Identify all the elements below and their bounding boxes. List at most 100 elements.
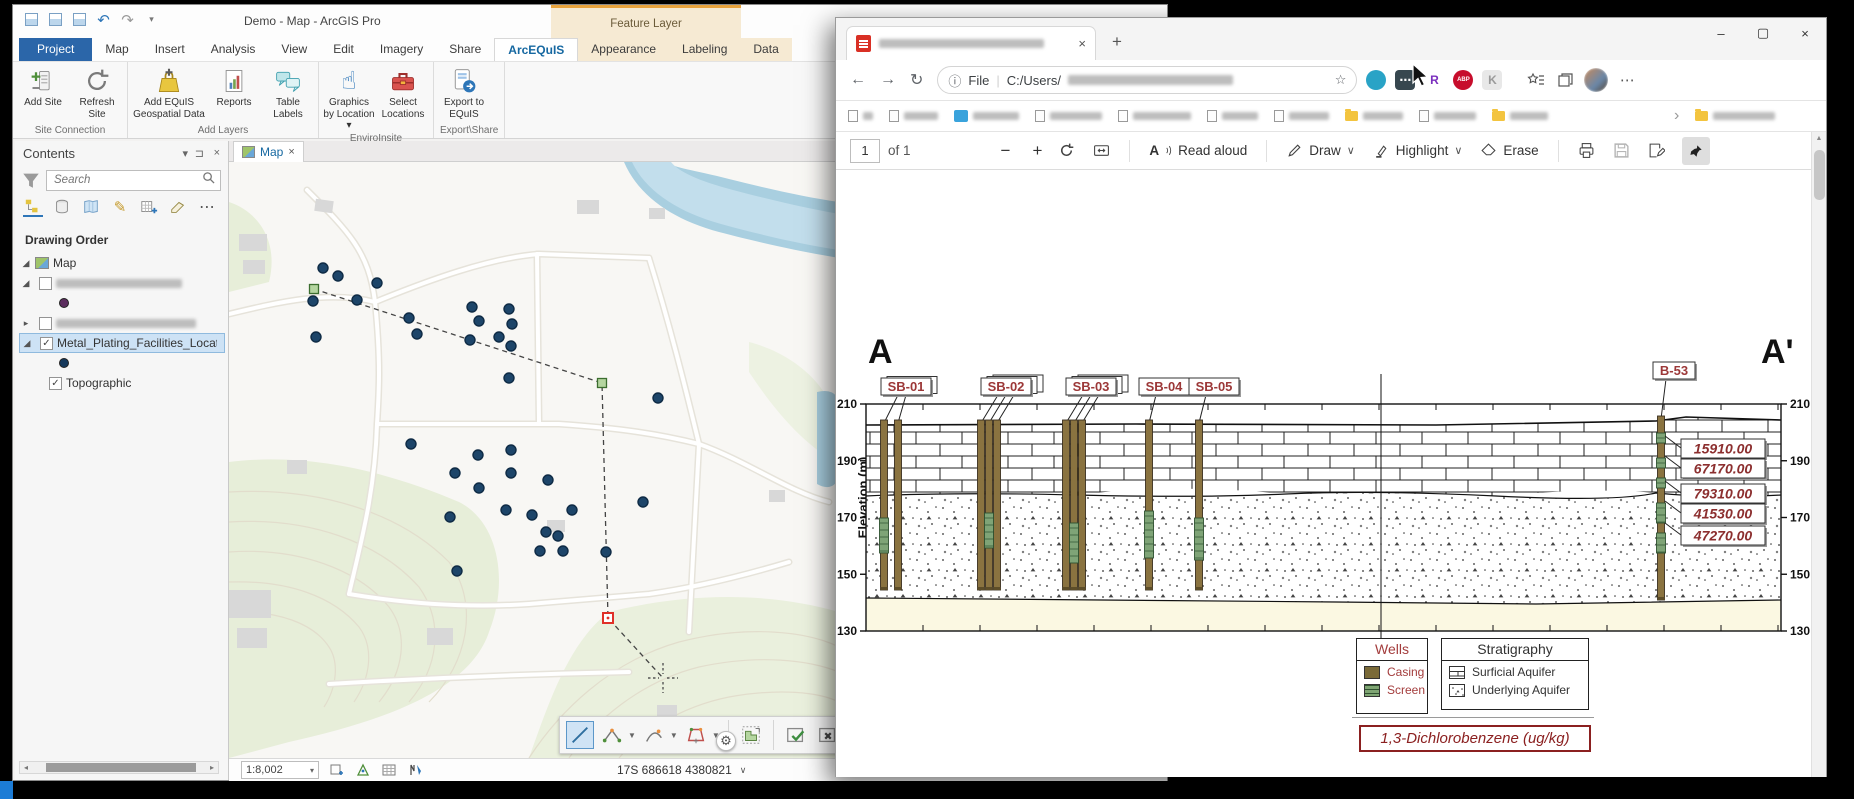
facility-point[interactable] [494,332,504,342]
favorite-star-icon[interactable]: ☆ [1335,72,1347,88]
redo-button[interactable]: ↷ [119,11,136,28]
tree-item-redacted[interactable]: ◢ [19,273,225,293]
add-site-button[interactable]: Add Site [17,64,69,109]
facility-point[interactable] [543,475,553,485]
bookmark-item[interactable] [1492,111,1548,121]
facility-point[interactable] [638,497,648,507]
minimize-button[interactable]: – [1700,18,1742,48]
customize-qat-icon[interactable]: ▾ [143,11,160,28]
map-view-tab[interactable]: Map × [233,141,304,162]
tab-edit[interactable]: Edit [320,38,367,61]
layer-checkbox[interactable] [39,277,52,290]
facility-point[interactable] [352,295,362,305]
bookmark-item[interactable] [848,110,873,122]
expand-icon[interactable]: ▸ [21,318,31,329]
facility-point[interactable] [404,313,414,323]
facility-point[interactable] [311,332,321,342]
draw-button[interactable]: Draw ∨ [1286,142,1355,159]
tab-close-icon[interactable]: × [1078,36,1086,51]
back-icon[interactable]: ← [850,71,866,89]
facility-point[interactable] [450,468,460,478]
facility-point[interactable] [535,546,545,556]
arc-tool-caret[interactable]: ▼ [670,731,678,740]
facility-point[interactable] [474,483,484,493]
taskbar-start-button[interactable] [0,781,13,799]
facility-point[interactable] [558,546,568,556]
facility-point[interactable] [527,510,537,520]
contents-search[interactable] [46,170,221,191]
symbol-swatch[interactable] [59,358,69,368]
pdf-scrollbar[interactable]: ▲ [1811,132,1826,777]
add-equis-geospatial-data-button[interactable]: Add EQuIS Geospatial Data [132,64,206,120]
settings-more-icon[interactable]: ⋯ [1617,70,1637,90]
finish-part-tool[interactable] [737,721,765,749]
page-number-input[interactable] [850,139,880,163]
save-project-icon[interactable] [23,11,40,28]
compass-icon[interactable] [407,762,423,778]
bookmark-item[interactable] [1207,110,1258,122]
reports-button[interactable]: Reports [208,64,260,109]
facility-point[interactable] [501,505,511,515]
tab-analysis[interactable]: Analysis [198,38,269,61]
graphics-by-location-button[interactable]: ☝Graphics by Location ▾ [323,64,375,132]
finish-sketch-button[interactable] [782,721,810,749]
tab-data[interactable]: Data [740,38,791,61]
pane-close-icon[interactable]: × [214,147,220,159]
selection-tools-icon[interactable] [355,762,371,778]
tab-labeling[interactable]: Labeling [669,38,740,61]
facility-point[interactable] [333,271,343,281]
scale-combobox[interactable]: 1:8,002 ▾ [241,761,319,779]
pdf-browser-tab[interactable]: × [846,26,1096,60]
save-icon[interactable] [1613,142,1630,159]
tab-share[interactable]: Share [436,38,494,61]
map-tab-close-icon[interactable]: × [288,146,294,158]
trace-tool[interactable] [682,721,710,749]
facility-point[interactable] [601,547,611,557]
tree-item-redacted[interactable]: ▸ [19,313,225,333]
list-by-drawing-order-icon[interactable] [23,197,43,217]
facility-point[interactable] [567,505,577,515]
page-info-icon[interactable]: ⓘ [948,71,961,90]
tab-view[interactable]: View [268,38,320,61]
facility-point[interactable] [506,341,516,351]
export-to-equis-button[interactable]: Export to EQuIS [438,64,490,120]
layer-checkbox[interactable]: ✓ [49,377,62,390]
bookmark-item[interactable]: › [1674,107,1679,125]
maximize-button[interactable]: ▢ [1742,18,1784,48]
facility-point[interactable] [506,445,516,455]
bookmark-item[interactable] [1695,111,1775,121]
collections-icon[interactable] [1555,70,1575,90]
facility-point[interactable] [553,531,563,541]
line-tool[interactable] [566,721,594,749]
tab-arcequis[interactable]: ArcEQuIS [494,38,578,61]
read-aloud-button[interactable]: A Read aloud [1149,143,1247,158]
new-tab-button[interactable]: + [1112,32,1122,52]
refresh-site-button[interactable]: Refresh Site [71,64,123,120]
rotate-icon[interactable] [1058,142,1075,159]
erase-button[interactable]: Erase [1480,142,1538,159]
extension-gray-icon[interactable]: K [1482,70,1502,90]
expand-icon[interactable]: ◢ [21,258,31,269]
sketch-vertex-green[interactable] [598,379,607,388]
facility-point[interactable] [465,335,475,345]
select-locations-button[interactable]: Select Locations [377,64,429,120]
expand-icon[interactable]: ◢ [22,338,32,349]
address-bar[interactable]: ⓘ File | C:/Users/ ☆ [937,66,1357,94]
facility-point[interactable] [541,527,551,537]
close-button[interactable]: × [1784,18,1826,48]
profile-avatar[interactable] [1584,68,1608,92]
save-as-icon[interactable] [71,11,88,28]
pane-menu-icon[interactable]: ▾ [182,147,188,160]
fit-to-width-icon[interactable] [1093,142,1110,159]
layer-checkbox[interactable]: ✓ [40,337,53,350]
facility-point[interactable] [452,566,462,576]
facility-point[interactable] [504,373,514,383]
search-input[interactable] [52,173,202,187]
list-by-selection-icon[interactable] [81,197,101,217]
table-labels-button[interactable]: Table Labels [262,64,314,120]
facility-point[interactable] [308,296,318,306]
bookmark-item[interactable] [1035,110,1102,122]
tab-imagery[interactable]: Imagery [367,38,436,61]
list-by-snapping-icon[interactable] [139,197,159,217]
facility-point[interactable] [504,304,514,314]
